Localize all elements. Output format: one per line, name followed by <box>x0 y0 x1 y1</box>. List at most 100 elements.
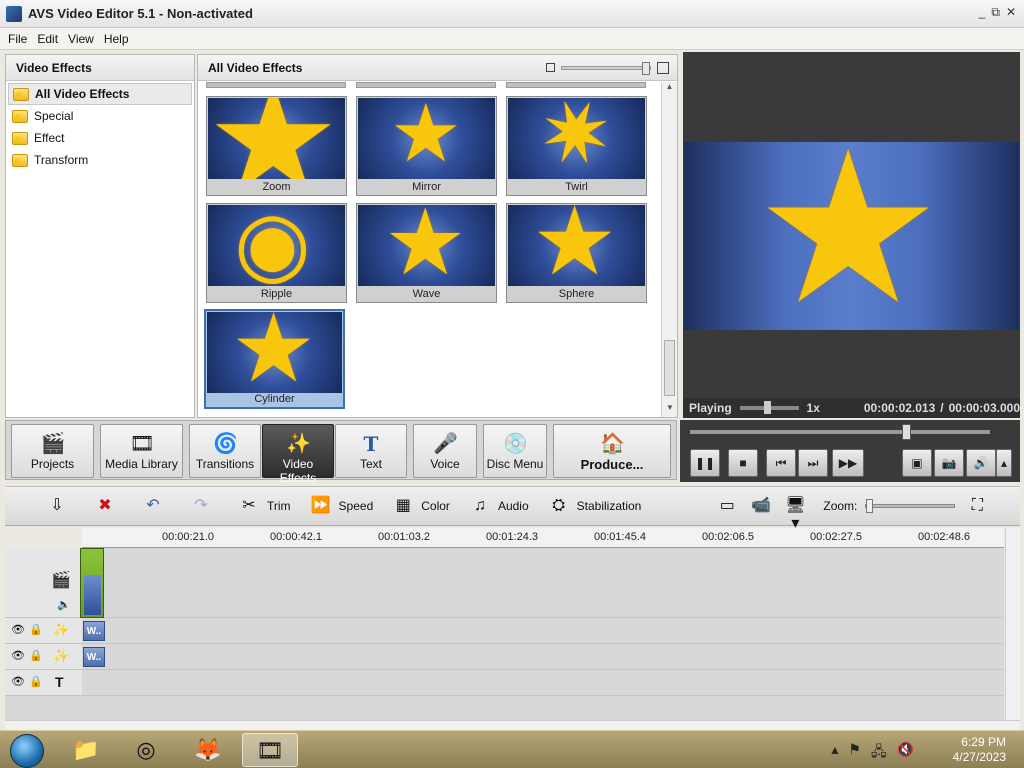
color-button[interactable]: ▦ Color <box>391 497 450 515</box>
eye-icon[interactable]: 👁 <box>11 675 25 688</box>
fullscreen-preview-button[interactable]: ▶▶ <box>832 449 864 477</box>
tree-item-effect[interactable]: Effect <box>8 127 192 149</box>
next-frame-button[interactable]: ⏭ <box>798 449 828 477</box>
snapshot-button[interactable]: 📷 <box>934 449 964 477</box>
menu-view[interactable]: View <box>68 32 94 46</box>
volume-button[interactable]: 🔊 <box>966 449 996 477</box>
projects-label: Projects <box>30 457 75 471</box>
taskbar-chrome[interactable]: ◎ <box>118 733 174 767</box>
menu-help[interactable]: Help <box>104 32 129 46</box>
firefox-icon: 🦊 <box>194 737 222 762</box>
monitor-button[interactable]: ▣ <box>902 449 932 477</box>
audio-button[interactable]: ♫ Audio <box>468 497 529 515</box>
eye-icon[interactable]: 👁 <box>11 623 25 636</box>
tree-item-label: All Video Effects <box>35 87 130 101</box>
stabilization-button[interactable]: ⛭ Stabilization <box>547 497 641 515</box>
taskbar-clock[interactable]: 6:29 PM 4/27/2023 <box>953 735 1006 765</box>
close-button[interactable]: ✕ <box>1006 5 1016 20</box>
taskbar-firefox[interactable]: 🦊 <box>180 733 236 767</box>
storyboard-view-button[interactable]: ▭ <box>715 497 745 515</box>
playback-speed-slider[interactable] <box>739 401 799 414</box>
volume-muted-icon[interactable]: 🔇 <box>897 741 914 765</box>
seek-bar[interactable] <box>690 424 990 440</box>
undo-button[interactable]: ↶ <box>141 497 171 515</box>
thumbnail-size-slider[interactable] <box>561 61 651 75</box>
slider-knob[interactable] <box>642 61 650 75</box>
effect-track[interactable] <box>82 618 1004 644</box>
tree-item-all-video-effects[interactable]: All Video Effects <box>8 83 192 105</box>
timeline-vertical-scrollbar[interactable] <box>1005 528 1020 720</box>
taskbar-avs-video-editor[interactable]: 🎞 <box>242 733 298 767</box>
timeline-zoom-slider[interactable] <box>865 499 956 513</box>
display-menu-button[interactable]: 🖥▾ <box>783 497 813 532</box>
eye-icon[interactable]: 👁 <box>11 649 25 662</box>
mute-icon[interactable]: 🔈 <box>57 598 71 611</box>
effect-track[interactable] <box>82 644 1004 670</box>
effect-clip[interactable]: W.. <box>83 621 105 641</box>
microphone-icon: 🎤 <box>433 433 458 455</box>
effect-clip[interactable]: W.. <box>83 647 105 667</box>
effects-grid-scrollbar[interactable]: ▲ ▼ <box>661 82 677 417</box>
voice-button[interactable]: 🎤 Voice <box>413 424 477 478</box>
lock-icon[interactable]: 🔒 <box>29 675 43 688</box>
media-library-button[interactable]: 🎞 Media Library <box>100 424 183 478</box>
effect-tile-label: Mirror <box>412 181 441 193</box>
tree-item-transform[interactable]: Transform <box>8 149 192 171</box>
effect-tile-cylinder[interactable]: ★ Cylinder <box>204 309 345 409</box>
slider-knob[interactable] <box>763 401 771 414</box>
effect-tile-wave[interactable]: ★ Wave <box>356 203 497 303</box>
produce-button[interactable]: 🏠 Produce... <box>553 424 671 478</box>
effect-tile-mirror[interactable]: ★ Mirror <box>356 96 497 196</box>
start-button[interactable] <box>10 734 44 768</box>
restore-button[interactable]: ⧉ <box>991 5 1000 20</box>
video-track[interactable] <box>82 548 1004 618</box>
tree-item-special[interactable]: Special <box>8 105 192 127</box>
transitions-button[interactable]: 🌀 Transitions <box>189 424 261 478</box>
tray-expand-icon[interactable]: ▴ <box>831 741 838 765</box>
projects-button[interactable]: 🎬 Projects <box>11 424 94 478</box>
volume-menu-button[interactable]: ▴ <box>996 449 1012 477</box>
scroll-up-arrow[interactable]: ▲ <box>662 82 677 96</box>
pause-button[interactable]: ❚❚ <box>690 449 720 477</box>
menu-edit[interactable]: Edit <box>37 32 58 46</box>
menu-file[interactable]: File <box>8 32 27 46</box>
stop-button[interactable]: ■ <box>728 449 758 477</box>
effect-tile-twirl[interactable]: ✷ Twirl <box>506 96 647 196</box>
text-track[interactable] <box>82 670 1004 696</box>
effect-tile-ripple[interactable]: ◉ Ripple <box>206 203 347 303</box>
scroll-down-arrow[interactable]: ▼ <box>662 403 678 417</box>
webcam-button[interactable]: 📹 <box>749 497 779 515</box>
timeline-ruler[interactable]: 00:00:21.0 00:00:42.1 00:01:03.2 00:01:2… <box>82 528 1004 548</box>
effect-thumbnail: ★ <box>358 98 495 179</box>
action-center-icon[interactable]: ⚑ <box>848 741 861 765</box>
video-clip[interactable] <box>80 548 104 618</box>
network-icon[interactable]: 🖧 <box>871 741 887 765</box>
redo-button[interactable]: ↷ <box>189 497 219 515</box>
taskbar-explorer[interactable]: 📁 <box>58 733 114 767</box>
speed-button[interactable]: ⏩ Speed <box>309 497 374 515</box>
delete-button[interactable]: ✖ <box>93 497 123 515</box>
add-to-timeline-button[interactable]: ⇩ <box>45 497 75 515</box>
window-controls: _ ⧉ ✕ <box>979 5 1016 20</box>
disc-menu-button[interactable]: 💿 Disc Menu <box>483 424 547 478</box>
category-tree: All Video Effects Special Effect Transfo… <box>6 81 194 173</box>
category-panel-title: Video Effects <box>6 55 194 81</box>
trim-button[interactable]: ✂ Trim <box>237 497 290 515</box>
time-separator: / <box>940 401 944 415</box>
previous-frame-button[interactable]: ⏮ <box>766 449 796 477</box>
effect-tile-sphere[interactable]: ★ Sphere <box>506 203 647 303</box>
lock-icon[interactable]: 🔒 <box>29 649 43 662</box>
large-thumbnails-icon[interactable] <box>657 61 669 74</box>
fit-to-window-button[interactable]: ⛶ <box>965 497 995 515</box>
small-thumbnails-icon[interactable] <box>546 63 555 72</box>
effect-tile-zoom[interactable]: ★ Zoom <box>206 96 347 196</box>
minimize-button[interactable]: _ <box>979 5 986 20</box>
lock-icon[interactable]: 🔒 <box>29 623 43 636</box>
seek-knob[interactable] <box>902 424 911 440</box>
video-effects-button[interactable]: ✨ Video Effects <box>262 424 334 485</box>
slider-knob[interactable] <box>866 499 874 513</box>
text-button[interactable]: T Text <box>335 424 407 478</box>
scrollbar-thumb[interactable] <box>664 340 675 396</box>
folder-icon <box>13 87 29 101</box>
disc-icon: 💿 <box>503 433 528 455</box>
